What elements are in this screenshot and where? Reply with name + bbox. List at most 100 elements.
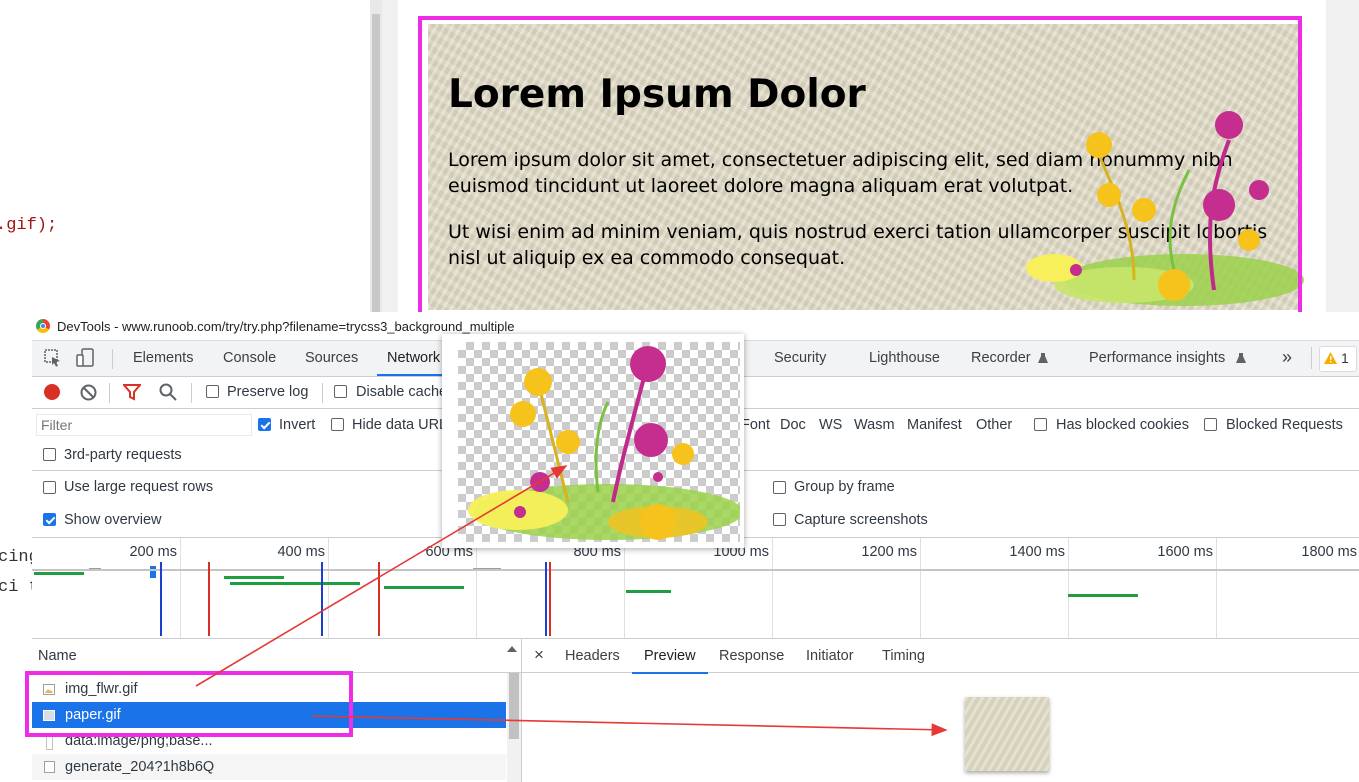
filter-input[interactable] — [36, 414, 252, 436]
large-rows-label: Use large request rows — [64, 479, 214, 495]
inspect-element-icon[interactable] — [44, 349, 62, 367]
warning-icon — [1324, 352, 1337, 364]
divider — [191, 383, 192, 403]
highlight-frame-preview — [418, 16, 1302, 322]
third-party-label: 3rd-party requests — [64, 447, 182, 463]
request-detail-panel: × Headers Preview Response Initiator Tim… — [522, 639, 1359, 782]
preserve-log-checkbox[interactable] — [206, 385, 219, 398]
invert-checkbox[interactable] — [258, 418, 271, 431]
scrollbar-thumb[interactable] — [509, 673, 519, 739]
large-rows-checkbox[interactable] — [43, 481, 56, 494]
tab-lighthouse[interactable]: Lighthouse — [869, 350, 940, 366]
show-overview-checkbox[interactable] — [43, 513, 56, 526]
divider — [322, 383, 323, 403]
grid-line — [1068, 538, 1069, 638]
flask-icon — [1038, 353, 1048, 363]
device-toolbar-icon[interactable] — [76, 348, 96, 368]
timeline-bar — [626, 590, 671, 593]
tab-preview[interactable]: Preview — [632, 648, 708, 674]
paper-gif-preview — [965, 697, 1049, 771]
tab-initiator[interactable]: Initiator — [806, 648, 854, 664]
list-scrollbar[interactable] — [507, 673, 521, 782]
hide-data-urls-checkbox[interactable] — [331, 418, 344, 431]
name-column-header[interactable]: Name — [38, 648, 77, 664]
editor-scrollbar[interactable] — [370, 0, 382, 320]
filter-type-font[interactable]: Font — [741, 417, 770, 433]
search-icon[interactable] — [159, 383, 177, 401]
tab-elements[interactable]: Elements — [133, 350, 193, 366]
flower-image — [468, 346, 740, 540]
warning-count: 1 — [1341, 350, 1349, 366]
tab-security[interactable]: Security — [774, 350, 826, 366]
blocked-requests-label: Blocked Requests — [1226, 417, 1343, 433]
tick-label: 200 ms — [129, 544, 177, 560]
detail-tab-bar: × Headers Preview Response Initiator Tim… — [522, 639, 1359, 674]
timeline-bar — [1068, 594, 1138, 597]
image-hover-preview — [442, 334, 744, 548]
preserve-log-label: Preserve log — [227, 384, 309, 400]
timeline-bar — [150, 566, 156, 578]
scrollbar-thumb[interactable] — [372, 14, 380, 314]
devtools-title: DevTools - www.runoob.com/try/try.php?fi… — [57, 319, 515, 334]
tab-performance-insights[interactable]: Performance insights — [1089, 350, 1225, 366]
grid-line — [772, 538, 773, 638]
tab-recorder[interactable]: Recorder — [971, 350, 1031, 366]
tab-response[interactable]: Response — [719, 648, 784, 664]
tab-console[interactable]: Console — [223, 350, 276, 366]
more-tabs-icon[interactable]: » — [1282, 347, 1292, 368]
group-by-frame-label: Group by frame — [794, 479, 895, 495]
filter-type-wasm[interactable]: Wasm — [854, 417, 895, 433]
grid-line — [476, 538, 477, 638]
tick-label: 400 ms — [277, 544, 325, 560]
timeline-bar — [224, 576, 284, 579]
filter-icon[interactable] — [123, 384, 141, 401]
grid-line — [328, 538, 329, 638]
filter-type-other[interactable]: Other — [976, 417, 1012, 433]
request-name: generate_204?1h8b6Q — [65, 759, 215, 775]
load-line — [549, 562, 551, 636]
timeline-bar — [34, 572, 84, 575]
record-icon[interactable] — [44, 384, 60, 400]
sort-up-icon[interactable] — [507, 646, 517, 653]
filter-type-doc[interactable]: Doc — [780, 417, 806, 433]
disable-cache-checkbox[interactable] — [334, 385, 347, 398]
tick-label: 1200 ms — [861, 544, 917, 560]
code-line: .gif); — [0, 216, 58, 235]
tick-label: 1600 ms — [1157, 544, 1213, 560]
invert-label: Invert — [279, 417, 316, 433]
filter-type-manifest[interactable]: Manifest — [907, 417, 962, 433]
dom-content-loaded-line — [545, 562, 547, 636]
hide-data-urls-label: Hide data URL — [352, 417, 448, 433]
request-list-header[interactable]: Name — [32, 639, 521, 673]
chrome-icon — [36, 319, 50, 333]
network-overview[interactable]: 200 ms 400 ms 600 ms 800 ms 1000 ms 1200… — [32, 538, 1359, 639]
request-row[interactable]: generate_204?1h8b6Q — [32, 754, 506, 780]
grid-line — [920, 538, 921, 638]
tab-headers[interactable]: Headers — [565, 648, 620, 664]
has-blocked-cookies-checkbox[interactable] — [1034, 418, 1047, 431]
third-party-checkbox[interactable] — [43, 448, 56, 461]
issues-badge[interactable]: 1 — [1319, 346, 1357, 372]
transparency-checkerboard — [458, 342, 740, 542]
filter-type-ws[interactable]: WS — [819, 417, 842, 433]
capture-screenshots-label: Capture screenshots — [794, 512, 928, 528]
has-blocked-cookies-label: Has blocked cookies — [1056, 417, 1189, 433]
clear-icon[interactable] — [80, 384, 97, 401]
load-line — [378, 562, 380, 636]
divider — [112, 349, 113, 369]
group-by-frame-checkbox[interactable] — [773, 481, 786, 494]
dom-content-loaded-line — [321, 562, 323, 636]
tab-network[interactable]: Network — [376, 350, 451, 376]
tab-sources[interactable]: Sources — [305, 350, 358, 366]
timeline-bar — [230, 582, 360, 585]
load-line — [208, 562, 210, 636]
blocked-requests-checkbox[interactable] — [1204, 418, 1217, 431]
file-icon — [46, 735, 53, 750]
capture-screenshots-checkbox[interactable] — [773, 513, 786, 526]
dom-content-loaded-line — [160, 562, 162, 636]
tick-label: 1800 ms — [1301, 544, 1357, 560]
tab-timing[interactable]: Timing — [882, 648, 925, 664]
close-detail-icon[interactable]: × — [534, 645, 544, 665]
disable-cache-label: Disable cache — [356, 384, 448, 400]
grid-line — [624, 538, 625, 638]
